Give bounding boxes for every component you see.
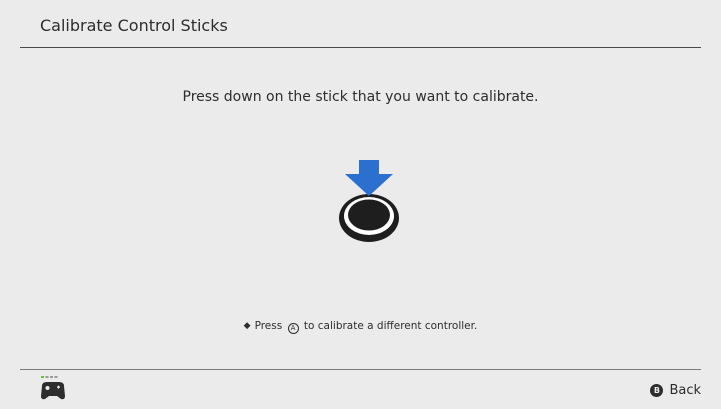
b-button-icon: B: [650, 384, 664, 397]
controller-icon: [39, 376, 67, 402]
a-button-icon: A: [287, 323, 299, 334]
instruction-text: Press down on the stick that you want to…: [182, 89, 539, 105]
back-button[interactable]: B Back: [650, 383, 701, 398]
calibration-screen: Calibrate Control Sticks Press down on t…: [0, 0, 721, 409]
hint-prefix: Press: [254, 320, 283, 332]
back-label: Back: [669, 383, 701, 398]
page-title: Calibrate Control Sticks: [40, 16, 228, 35]
header: Calibrate Control Sticks: [20, 0, 701, 48]
stick-press-down-icon: [331, 156, 407, 246]
footer: B Back: [20, 369, 701, 409]
hint-suffix: to calibrate a different controller.: [303, 320, 478, 332]
bullet-diamond-icon: ◆: [243, 321, 251, 331]
hint-text: ◆ Press A to calibrate a different contro…: [0, 320, 721, 334]
